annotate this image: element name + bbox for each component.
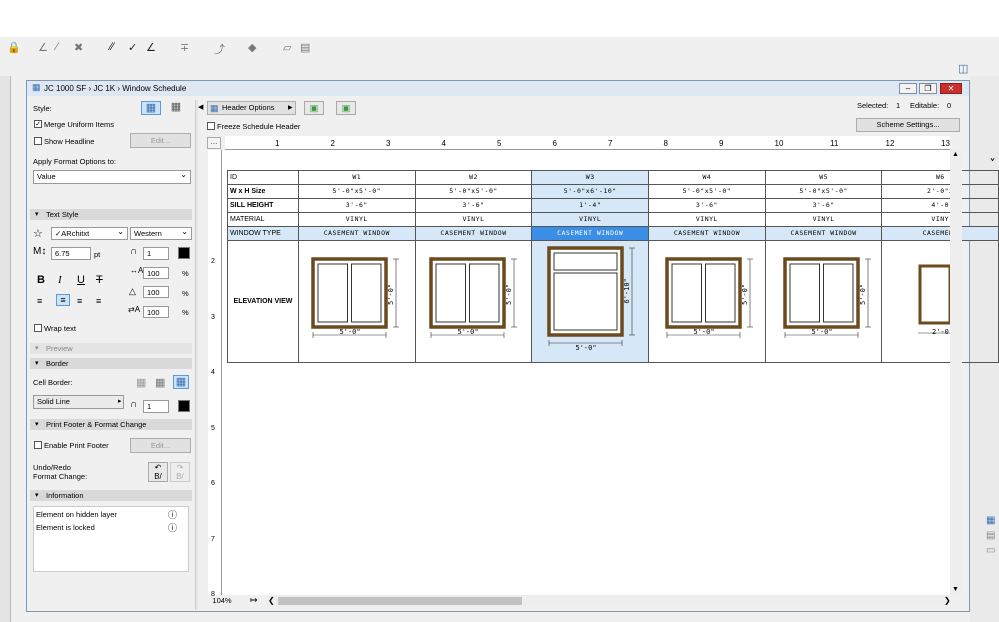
ruler-tick-label: 8: [663, 139, 668, 148]
vruler-tick-label: 8: [211, 591, 215, 598]
fit-zoom-icon[interactable]: ↦: [250, 595, 258, 606]
dimension-width: 5'-0": [576, 344, 597, 352]
horizontal-scroll-thumb[interactable]: [278, 597, 522, 605]
dimension-width: 5'-0": [694, 328, 715, 336]
vruler-tick-label: 7: [211, 535, 215, 543]
vruler-tick-label: 4: [211, 369, 215, 376]
ruler-tick-label: 11: [830, 139, 839, 148]
scroll-left-icon[interactable]: ❮: [268, 596, 275, 605]
dimension-height: 5'-0": [505, 284, 513, 305]
ruler-tick-label: 12: [885, 139, 895, 148]
window-frame: [665, 257, 742, 329]
vertical-scrollbar[interactable]: [950, 150, 962, 595]
dimension-height: 5'-0": [859, 284, 867, 305]
scroll-up-icon[interactable]: ▲: [952, 151, 959, 158]
ruler-tick-label: 3: [386, 139, 391, 148]
dimension-height: 5'-0": [741, 284, 749, 305]
dimension-width: 5'-0": [812, 328, 833, 336]
ruler-tick-label: 1: [275, 139, 280, 148]
ruler-tick-label: 10: [774, 139, 784, 148]
vruler-tick-label: 2: [211, 258, 215, 265]
scroll-down-icon[interactable]: ▼: [952, 586, 959, 593]
ruler-tick-label: 13: [941, 139, 950, 148]
window-frame: [429, 257, 506, 329]
dimension-width: 5'-0": [458, 328, 479, 336]
dimension-height: 6'-10": [623, 278, 631, 303]
ruler-tick-label: 4: [441, 139, 446, 148]
ruler-tick-label: 2: [330, 139, 335, 148]
window-frame: [547, 246, 624, 337]
vruler-tick-label: 6: [211, 480, 215, 487]
ruler-tick-label: 6: [552, 139, 557, 148]
window-frame: [918, 264, 952, 325]
ruler-tick-label: 7: [608, 139, 613, 148]
elevation-drawings: 5'-0" 5'-0" 5'-0" 5'-0" 5'-0" 6'-10" 5'-0" 5'-0…: [311, 246, 953, 352]
window-frame: [311, 257, 388, 329]
ruler-tick-label: 9: [719, 139, 724, 148]
window-frame: [783, 257, 860, 329]
vruler-tick-label: 5: [211, 424, 215, 432]
ruler-tick-label: 5: [497, 139, 502, 148]
vruler-tick-label: 3: [211, 313, 215, 321]
dimension-height: 5'-0": [387, 284, 395, 305]
scroll-right-icon[interactable]: ❯: [944, 596, 951, 605]
dimension-width: 5'-0": [340, 328, 361, 336]
